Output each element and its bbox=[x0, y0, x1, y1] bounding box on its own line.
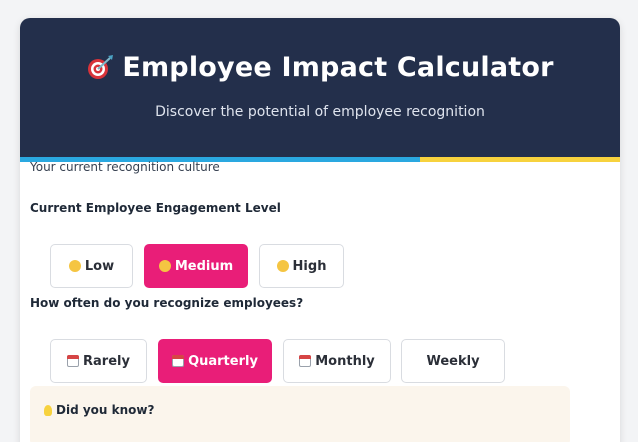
stripe-yellow bbox=[420, 157, 620, 162]
smile-icon bbox=[276, 260, 289, 272]
option-label: Monthly bbox=[315, 353, 375, 369]
engagement-option-high[interactable]: High bbox=[259, 244, 344, 288]
option-label: Medium bbox=[174, 258, 234, 274]
header: Employee Impact Calculator Discover the … bbox=[20, 18, 620, 157]
frequency-option-weekly[interactable]: Weekly bbox=[401, 339, 505, 383]
did-you-know-heading: Did you know? bbox=[44, 403, 154, 417]
slight-smile-icon bbox=[158, 260, 171, 272]
option-label: Rarely bbox=[83, 353, 130, 369]
calendar-icon bbox=[67, 355, 80, 367]
did-you-know-box: Did you know? bbox=[30, 386, 570, 442]
page-title: Employee Impact Calculator bbox=[122, 52, 554, 83]
calendar-icon bbox=[172, 355, 185, 367]
frequency-option-rarely[interactable]: Rarely bbox=[50, 339, 147, 383]
option-label: High bbox=[292, 258, 327, 274]
calendar-icon bbox=[299, 355, 312, 367]
lightbulb-icon bbox=[44, 404, 52, 416]
engagement-option-low[interactable]: Low bbox=[50, 244, 133, 288]
did-you-know-label: Did you know? bbox=[56, 403, 155, 417]
title-row: Employee Impact Calculator bbox=[20, 52, 620, 83]
section-caption: Your current recognition culture bbox=[30, 160, 220, 174]
option-label: Quarterly bbox=[188, 353, 258, 369]
option-label: Weekly bbox=[426, 353, 480, 369]
target-dart-icon bbox=[86, 54, 114, 82]
engagement-option-medium[interactable]: Medium bbox=[144, 244, 248, 288]
neutral-face-icon bbox=[68, 260, 81, 272]
option-label: Low bbox=[84, 258, 115, 274]
frequency-option-quarterly[interactable]: Quarterly bbox=[158, 339, 272, 383]
page-subtitle: Discover the potential of employee recog… bbox=[155, 104, 485, 120]
frequency-question: How often do you recognize employees? bbox=[30, 296, 304, 310]
engagement-question: Current Employee Engagement Level bbox=[30, 201, 281, 215]
frequency-option-monthly[interactable]: Monthly bbox=[283, 339, 391, 383]
